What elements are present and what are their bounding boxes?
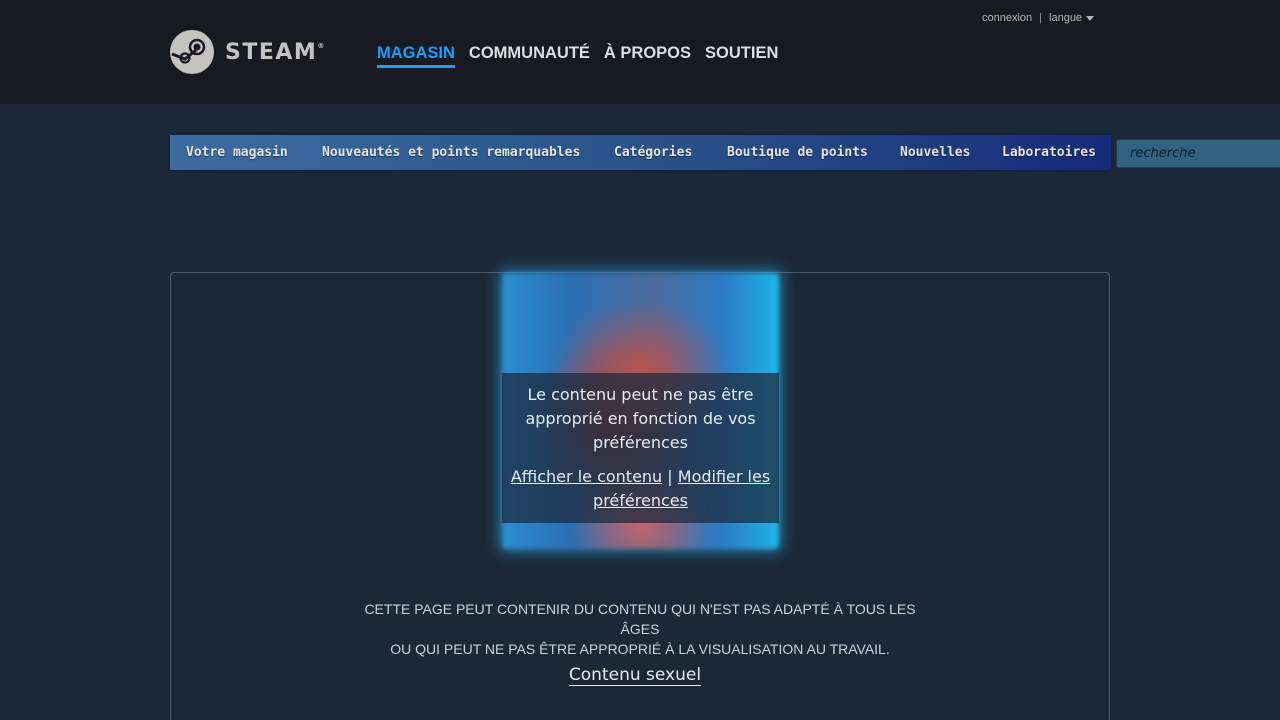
nav-support[interactable]: SOUTIEN (705, 43, 778, 68)
tab-categories[interactable]: Catégories (614, 135, 692, 170)
nav-store[interactable]: MAGASIN (377, 43, 455, 68)
tab-points-shop[interactable]: Boutique de points (727, 135, 868, 170)
content-descriptor-label: Contenu sexuel (568, 665, 702, 686)
content-warning-overlay: Le contenu peut ne pas être approprié en… (502, 373, 779, 523)
steam-logo[interactable]: STEAM® (170, 30, 324, 74)
steam-logo-icon (170, 30, 214, 74)
nav-community[interactable]: COMMUNAUTÉ (469, 43, 590, 68)
tab-your-store[interactable]: Votre magasin (186, 135, 288, 170)
top-links: connexion | langue (982, 12, 1095, 24)
links-separator: | (667, 467, 673, 486)
tab-labs[interactable]: Laboratoires (1002, 135, 1096, 170)
nav-about[interactable]: À PROPOS (604, 43, 691, 68)
tab-new-noteworthy[interactable]: Nouveautés et points remarquables (322, 135, 580, 170)
content-descriptor[interactable]: Contenu sexuel (540, 665, 730, 686)
tab-news[interactable]: Nouvelles (900, 135, 970, 170)
store-nav: Votre magasin Nouveautés et points remar… (170, 135, 1111, 170)
language-dropdown[interactable]: langue (1049, 12, 1095, 24)
warning-line-2: ou qui peut ne pas être approprié à la v… (390, 641, 890, 657)
search-input[interactable] (1117, 140, 1280, 167)
mature-content-warning: Cette page peut contenir du contenu qui … (364, 599, 916, 659)
overlay-message: Le contenu peut ne pas être approprié en… (525, 385, 756, 452)
show-content-link[interactable]: Afficher le contenu (511, 467, 662, 486)
chevron-down-icon (1086, 15, 1095, 21)
language-label: langue (1049, 12, 1083, 24)
search-box (1116, 139, 1280, 168)
main-nav: MAGASIN COMMUNAUTÉ À PROPOS SOUTIEN (377, 43, 792, 68)
warning-line-1: Cette page peut contenir du contenu qui … (364, 601, 916, 637)
global-header: STEAM® MAGASIN COMMUNAUTÉ À PROPOS SOUTI… (0, 0, 1280, 104)
login-link[interactable]: connexion (982, 12, 1032, 24)
logo-wordmark: STEAM® (225, 39, 325, 65)
overlay-links: Afficher le contenu | Modifier les préfé… (508, 465, 773, 513)
separator: | (1039, 12, 1043, 24)
